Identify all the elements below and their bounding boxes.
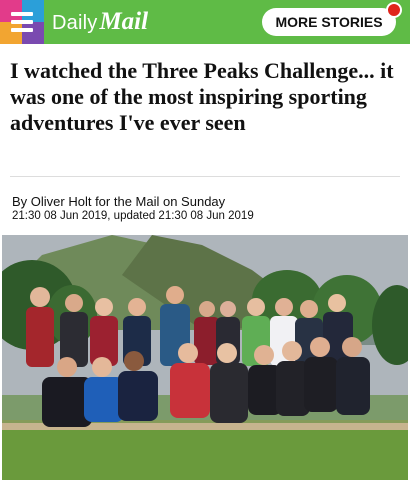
top-bar: Daily Mail MORE STORIES — [0, 0, 410, 44]
article-byline[interactable]: By Oliver Holt for the Mail on Sunday — [12, 194, 225, 209]
logo-mail-text: Mail — [99, 8, 149, 35]
notification-dot — [386, 2, 402, 18]
group-photo-illustration — [2, 235, 408, 480]
hamburger-menu-icon[interactable] — [0, 0, 44, 44]
logo-daily-text: Daily — [52, 12, 98, 34]
divider — [10, 176, 400, 177]
article-photo[interactable] — [2, 235, 408, 480]
more-stories-label: MORE STORIES — [275, 14, 383, 30]
article-timestamps: 21:30 08 Jun 2019, updated 21:30 08 Jun … — [12, 210, 254, 222]
daily-mail-logo[interactable]: Daily Mail — [52, 8, 148, 36]
article-headline: I watched the Three Peaks Challenge... i… — [10, 58, 394, 135]
more-stories-button[interactable]: MORE STORIES — [262, 8, 396, 36]
